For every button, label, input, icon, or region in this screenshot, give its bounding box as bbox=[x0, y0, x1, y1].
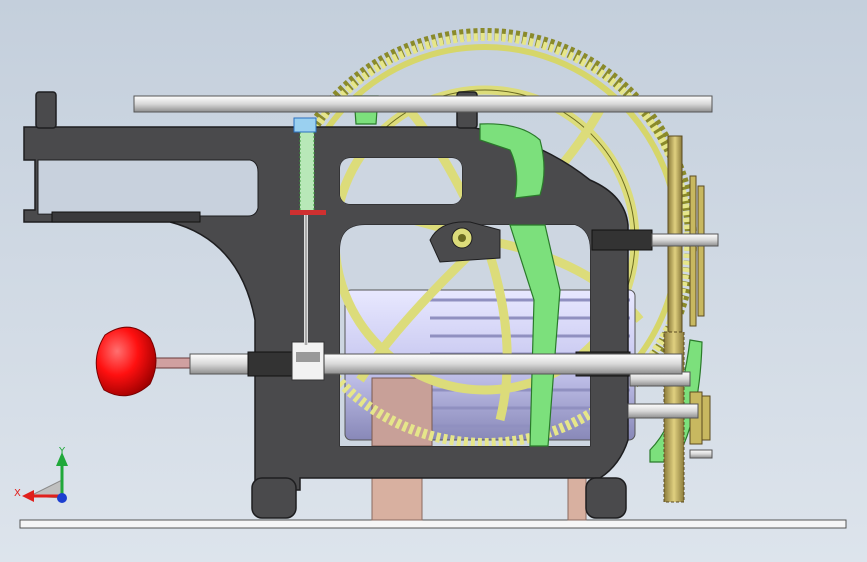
assembly-drawing: X Y bbox=[14, 28, 847, 529]
coordinate-triad: X Y bbox=[14, 446, 68, 503]
pivot-boss bbox=[429, 221, 501, 263]
axis-label-y: Y bbox=[58, 446, 66, 457]
right-gear-stack bbox=[663, 135, 711, 503]
handle-knob bbox=[95, 326, 157, 397]
cad-viewport[interactable]: X Y bbox=[0, 0, 867, 562]
arm-plate bbox=[51, 211, 201, 223]
base-plate bbox=[19, 519, 847, 529]
frame-window-left bbox=[37, 159, 259, 217]
axis-label-x: X bbox=[14, 488, 21, 499]
top-rod bbox=[133, 95, 713, 113]
